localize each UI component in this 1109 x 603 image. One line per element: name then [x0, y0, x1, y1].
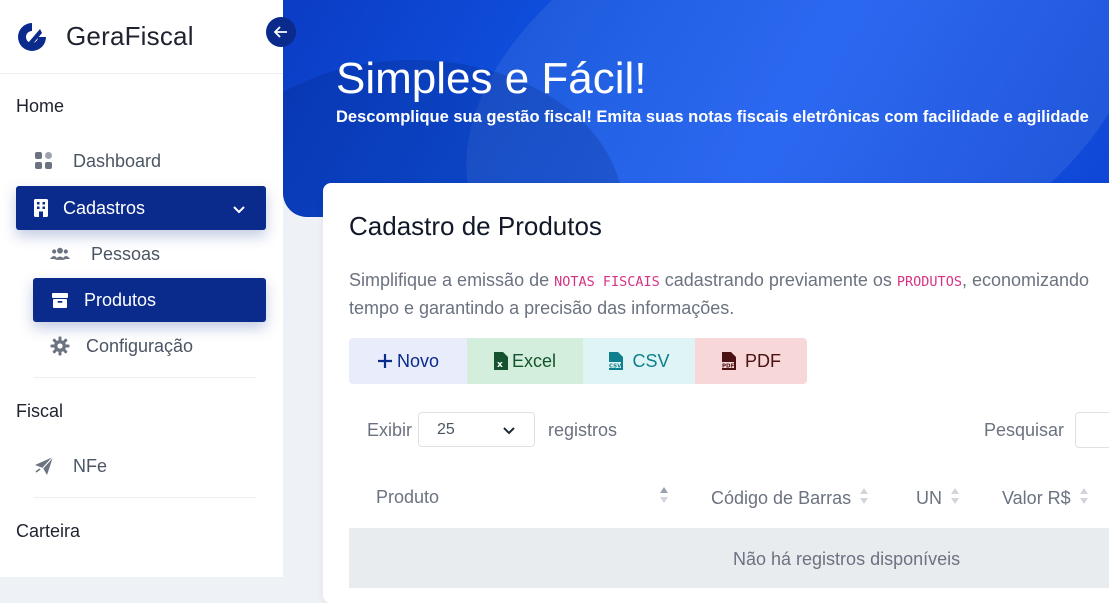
- column-header-valor[interactable]: Valor R$: [1002, 487, 1089, 510]
- brand-name: GeraFiscal: [66, 21, 194, 51]
- sidebar-item-label: NFe: [73, 455, 108, 476]
- brand[interactable]: GeraFiscal: [0, 0, 283, 74]
- column-label: Produto: [376, 487, 440, 507]
- dashboard-grid-icon: [34, 151, 54, 171]
- sidebar: GeraFiscal Home Dashboard Cadastros Pess…: [0, 0, 283, 577]
- sidebar-item-label: Cadastros: [63, 197, 146, 218]
- chevron-down-icon: [232, 200, 246, 221]
- column-header-produto[interactable]: Produto: [376, 487, 439, 508]
- box-icon: [50, 290, 70, 310]
- sort-icon: [659, 486, 669, 509]
- section-title-carteira: Carteira: [16, 521, 81, 541]
- page-size-select[interactable]: 25: [418, 412, 535, 447]
- desc-code-produtos: PRODUTOS: [896, 274, 962, 290]
- novo-button[interactable]: Novo: [349, 338, 467, 384]
- hero-subtitle: Descomplique sua gestão fiscal! Emita su…: [336, 108, 1089, 126]
- pdf-label: PDF: [745, 350, 781, 371]
- paper-plane-icon: [34, 456, 54, 476]
- chevron-down-icon: [502, 423, 516, 442]
- section-title-home: Home: [16, 96, 65, 116]
- exibir-label: Exibir: [367, 420, 413, 440]
- column-label: Valor R$: [1002, 488, 1071, 508]
- sidebar-divider: [34, 377, 256, 378]
- sort-icon: [859, 487, 869, 510]
- sidebar-collapse-button[interactable]: [266, 17, 296, 47]
- sidebar-item-configuracao[interactable]: Configuração: [50, 333, 193, 359]
- card-title: Cadastro de Produtos: [349, 211, 602, 241]
- svg-text:PDF: PDF: [722, 364, 735, 370]
- svg-text:x: x: [497, 360, 503, 370]
- file-pdf-icon: PDF: [721, 352, 736, 370]
- sidebar-item-cadastros[interactable]: Cadastros: [16, 186, 266, 230]
- file-excel-icon: x: [493, 352, 508, 370]
- pesquisar-label: Pesquisar: [984, 420, 1065, 440]
- sidebar-item-label: Configuração: [86, 335, 194, 356]
- sidebar-item-dashboard[interactable]: Dashboard: [34, 148, 161, 174]
- building-icon: [31, 198, 51, 218]
- products-card: Cadastro de Produtos Simplifique a emiss…: [323, 183, 1109, 603]
- sidebar-item-label: Pessoas: [91, 243, 161, 264]
- pdf-button[interactable]: PDF PDF: [695, 338, 807, 384]
- column-header-un[interactable]: UN: [916, 487, 960, 510]
- sort-icon: [950, 487, 960, 510]
- gear-icon: [50, 336, 70, 356]
- hero-title: Simples e Fácil!: [336, 54, 647, 103]
- desc-code-notas: NOTAS FISCAIS: [554, 274, 660, 290]
- csv-label: CSV: [632, 350, 670, 371]
- excel-button[interactable]: x Excel: [467, 338, 583, 384]
- sidebar-item-produtos[interactable]: Produtos: [33, 278, 266, 322]
- card-description: Simplifique a emissão de NOTAS FISCAIS c…: [349, 267, 1109, 321]
- sidebar-item-nfe[interactable]: NFe: [34, 453, 107, 479]
- search-input[interactable]: [1075, 412, 1109, 448]
- section-title-fiscal: Fiscal: [16, 401, 64, 421]
- column-header-codigo-barras[interactable]: Código de Barras: [711, 487, 869, 510]
- arrow-left-icon: [273, 26, 287, 38]
- sidebar-item-label: Dashboard: [73, 150, 162, 171]
- excel-label: Excel: [511, 350, 556, 371]
- export-button-group: Novo x Excel CSV CSV PDF PDF: [349, 338, 807, 384]
- users-icon: [50, 244, 70, 264]
- novo-label: Novo: [396, 350, 440, 371]
- sidebar-divider: [34, 497, 256, 498]
- svg-text:CSV: CSV: [609, 364, 622, 370]
- gerafiscal-logo-icon: [18, 22, 46, 51]
- column-label: Código de Barras: [711, 488, 852, 508]
- table-empty-text: Não há registros disponíveis: [733, 549, 961, 569]
- desc-text: cadastrando previamente os: [659, 270, 897, 290]
- file-csv-icon: CSV: [608, 352, 624, 370]
- csv-button[interactable]: CSV CSV: [583, 338, 695, 384]
- table-empty-row: [349, 528, 1109, 588]
- sidebar-item-label: Produtos: [84, 289, 157, 310]
- sort-icon: [1079, 487, 1089, 510]
- plus-icon: [377, 354, 392, 368]
- desc-text: Simplifique a emissão de: [349, 270, 555, 290]
- page-size-value: 25: [437, 420, 455, 438]
- registros-label: registros: [548, 420, 618, 440]
- column-label: UN: [916, 488, 942, 508]
- sidebar-item-pessoas[interactable]: Pessoas: [50, 241, 160, 267]
